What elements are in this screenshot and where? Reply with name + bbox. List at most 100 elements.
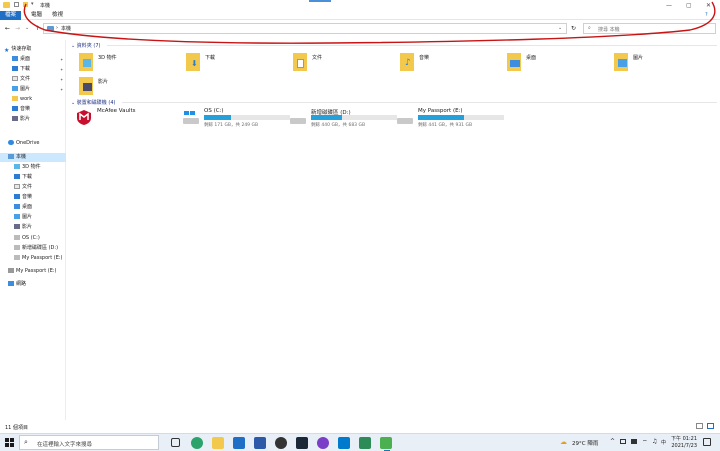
nav-pc-3d-objects[interactable]: 3D 物件 bbox=[14, 163, 41, 172]
video-icon bbox=[83, 83, 92, 91]
folder-pictures[interactable]: 圖片 bbox=[614, 52, 714, 74]
refresh-icon[interactable]: ↻ bbox=[571, 25, 576, 32]
battery-icon[interactable] bbox=[631, 439, 637, 444]
customize-toolbar-icon[interactable]: ▾ bbox=[31, 1, 34, 7]
nav-onedrive[interactable]: OneDrive bbox=[8, 139, 66, 148]
new-folder-icon[interactable] bbox=[23, 2, 28, 7]
drive-free-space: 剩餘 441 GB，共 931 GB bbox=[418, 123, 473, 128]
forward-arrow-icon[interactable]: → bbox=[15, 25, 20, 32]
nav-pc-downloads[interactable]: 下載 bbox=[14, 173, 32, 182]
nav-pc-documents[interactable]: 文件 bbox=[14, 183, 32, 192]
nav-item-music[interactable]: 音樂 bbox=[12, 105, 66, 114]
drive-icon bbox=[14, 255, 20, 260]
address-dropdown-icon[interactable]: ⌄ bbox=[558, 25, 562, 31]
nav-network[interactable]: 網路 bbox=[8, 280, 26, 289]
notification-center-icon[interactable] bbox=[703, 438, 711, 446]
nav-pc-music[interactable]: 音樂 bbox=[14, 193, 32, 202]
folder-3d-objects[interactable]: 3D 物件 bbox=[79, 52, 179, 74]
nav-this-pc[interactable]: 本機 bbox=[0, 153, 66, 162]
nav-item-downloads[interactable]: 下載 ✦ bbox=[12, 65, 66, 74]
nav-item-desktop[interactable]: 桌面 ✦ bbox=[12, 55, 66, 64]
windows-start-icon[interactable] bbox=[5, 438, 14, 447]
edge-browser-icon[interactable] bbox=[191, 437, 203, 449]
input-method-icon[interactable]: 中 bbox=[661, 439, 666, 446]
mcafee-vaults[interactable]: McAfee Vaults bbox=[76, 108, 186, 134]
nav-pc-drive-e[interactable]: My Passport (E:) bbox=[14, 254, 63, 263]
drive-d[interactable]: 新增磁碟區 (D:) 剩餘 440 GB，共 683 GB bbox=[290, 108, 400, 134]
search-box[interactable]: ⌕ 搜尋 本機 bbox=[583, 23, 716, 34]
title-bar: ▾ 本機 — ▢ ✕ bbox=[0, 0, 720, 11]
nav-item-videos[interactable]: 影片 bbox=[12, 115, 66, 124]
address-bar[interactable]: › 本機 ⌄ bbox=[43, 23, 567, 34]
nav-pc-videos[interactable]: 影片 bbox=[14, 223, 32, 232]
taskbar-search-input[interactable]: 在這裡輸入文字來搜尋 bbox=[37, 440, 92, 448]
network-icon[interactable]: ⌔ bbox=[642, 438, 648, 446]
group-drives-header[interactable]: ⌄ 裝置和磁碟機 (4) bbox=[71, 99, 115, 106]
taskbar-app-icon[interactable] bbox=[254, 437, 266, 449]
drive-e[interactable]: My Passport (E:) 剩餘 441 GB，共 931 GB bbox=[397, 108, 507, 134]
taskbar-app-icon-2[interactable] bbox=[380, 437, 392, 449]
recent-locations-icon[interactable]: ⌄ bbox=[25, 25, 29, 31]
file-explorer-icon[interactable] bbox=[212, 437, 224, 449]
nav-my-passport[interactable]: My Passport (E:) bbox=[8, 267, 57, 276]
folder-documents[interactable]: 文件 bbox=[293, 52, 393, 74]
cube-icon bbox=[83, 59, 91, 67]
drive-usage-bar bbox=[311, 115, 397, 120]
nav-label: 桌面 bbox=[20, 56, 31, 62]
folder-label: 3D 物件 bbox=[98, 55, 117, 61]
notification-tray-icon[interactable] bbox=[620, 439, 626, 444]
tab-view[interactable]: 檢視 bbox=[47, 11, 68, 20]
group-folders-header[interactable]: ⌄ 資料夾 (7) bbox=[71, 42, 100, 49]
clock-time[interactable]: 下午 01:21 bbox=[671, 435, 697, 442]
drive-icon bbox=[14, 235, 20, 240]
large-icons-view-icon[interactable] bbox=[707, 423, 714, 429]
quick-access-properties-icon[interactable] bbox=[14, 2, 19, 7]
nav-label: My Passport (E:) bbox=[22, 255, 63, 261]
back-arrow-icon[interactable]: ← bbox=[5, 25, 10, 32]
breadcrumb-this-pc[interactable]: 本機 bbox=[61, 25, 71, 32]
divider bbox=[107, 45, 717, 46]
details-view-icon[interactable] bbox=[696, 423, 703, 429]
mail-icon[interactable] bbox=[233, 437, 245, 449]
show-hidden-icons-chevron[interactable]: ^ bbox=[610, 438, 615, 445]
maximize-button[interactable]: ▢ bbox=[686, 2, 692, 9]
nav-quick-access[interactable]: ★ 快速存取 bbox=[4, 45, 64, 54]
nav-label: 桌面 bbox=[22, 204, 33, 210]
photos-icon[interactable] bbox=[359, 437, 371, 449]
help-icon[interactable]: ? bbox=[705, 12, 708, 18]
nav-item-documents[interactable]: 文件 ✦ bbox=[12, 75, 66, 84]
folder-downloads[interactable]: ⬇ 下載 bbox=[186, 52, 286, 74]
nav-item-pictures[interactable]: 圖片 ✦ bbox=[12, 85, 66, 94]
weather-text[interactable]: 29°C 陣雨 bbox=[572, 439, 598, 447]
messenger-icon[interactable] bbox=[317, 437, 329, 449]
volume-icon[interactable]: ♫ bbox=[652, 438, 657, 445]
nav-label: OS (C:) bbox=[22, 235, 40, 241]
search-input[interactable]: 搜尋 本機 bbox=[598, 26, 620, 33]
nav-pc-drive-d[interactable]: 新增磁碟區 (D:) bbox=[14, 244, 58, 253]
folder-desktop[interactable]: 桌面 bbox=[507, 52, 607, 74]
nav-pc-drive-c[interactable]: OS (C:) bbox=[14, 234, 40, 243]
clock-date[interactable]: 2021/7/23 bbox=[671, 443, 697, 449]
up-arrow-icon[interactable]: ↑ bbox=[35, 25, 40, 32]
tab-file[interactable]: 檔案 bbox=[0, 11, 22, 20]
folder-videos[interactable]: 影片 bbox=[79, 76, 179, 98]
taskbar-search-box[interactable]: ⌕ 在這裡輸入文字來搜尋 bbox=[19, 435, 159, 450]
desktop-icon bbox=[14, 204, 20, 209]
nav-label: work bbox=[20, 96, 33, 102]
drive-body bbox=[183, 118, 199, 124]
network-icon bbox=[8, 281, 14, 286]
obs-icon[interactable] bbox=[275, 437, 287, 449]
vscode-icon[interactable] bbox=[338, 437, 350, 449]
minimize-button[interactable]: — bbox=[666, 2, 672, 9]
tab-computer[interactable]: 電腦 bbox=[26, 11, 47, 20]
close-button[interactable]: ✕ bbox=[706, 2, 711, 9]
nav-label: 文件 bbox=[22, 184, 33, 190]
nav-item-work[interactable]: work bbox=[12, 95, 66, 104]
steam-icon[interactable] bbox=[296, 437, 308, 449]
folder-icon bbox=[12, 96, 18, 101]
nav-pc-pictures[interactable]: 圖片 bbox=[14, 213, 32, 222]
nav-pc-desktop[interactable]: 桌面 bbox=[14, 203, 32, 212]
folder-music[interactable]: ♪ 音樂 bbox=[400, 52, 500, 74]
task-view-icon[interactable] bbox=[171, 438, 180, 447]
drive-c[interactable]: OS (C:) 剩餘 171 GB，共 249 GB bbox=[183, 108, 293, 134]
